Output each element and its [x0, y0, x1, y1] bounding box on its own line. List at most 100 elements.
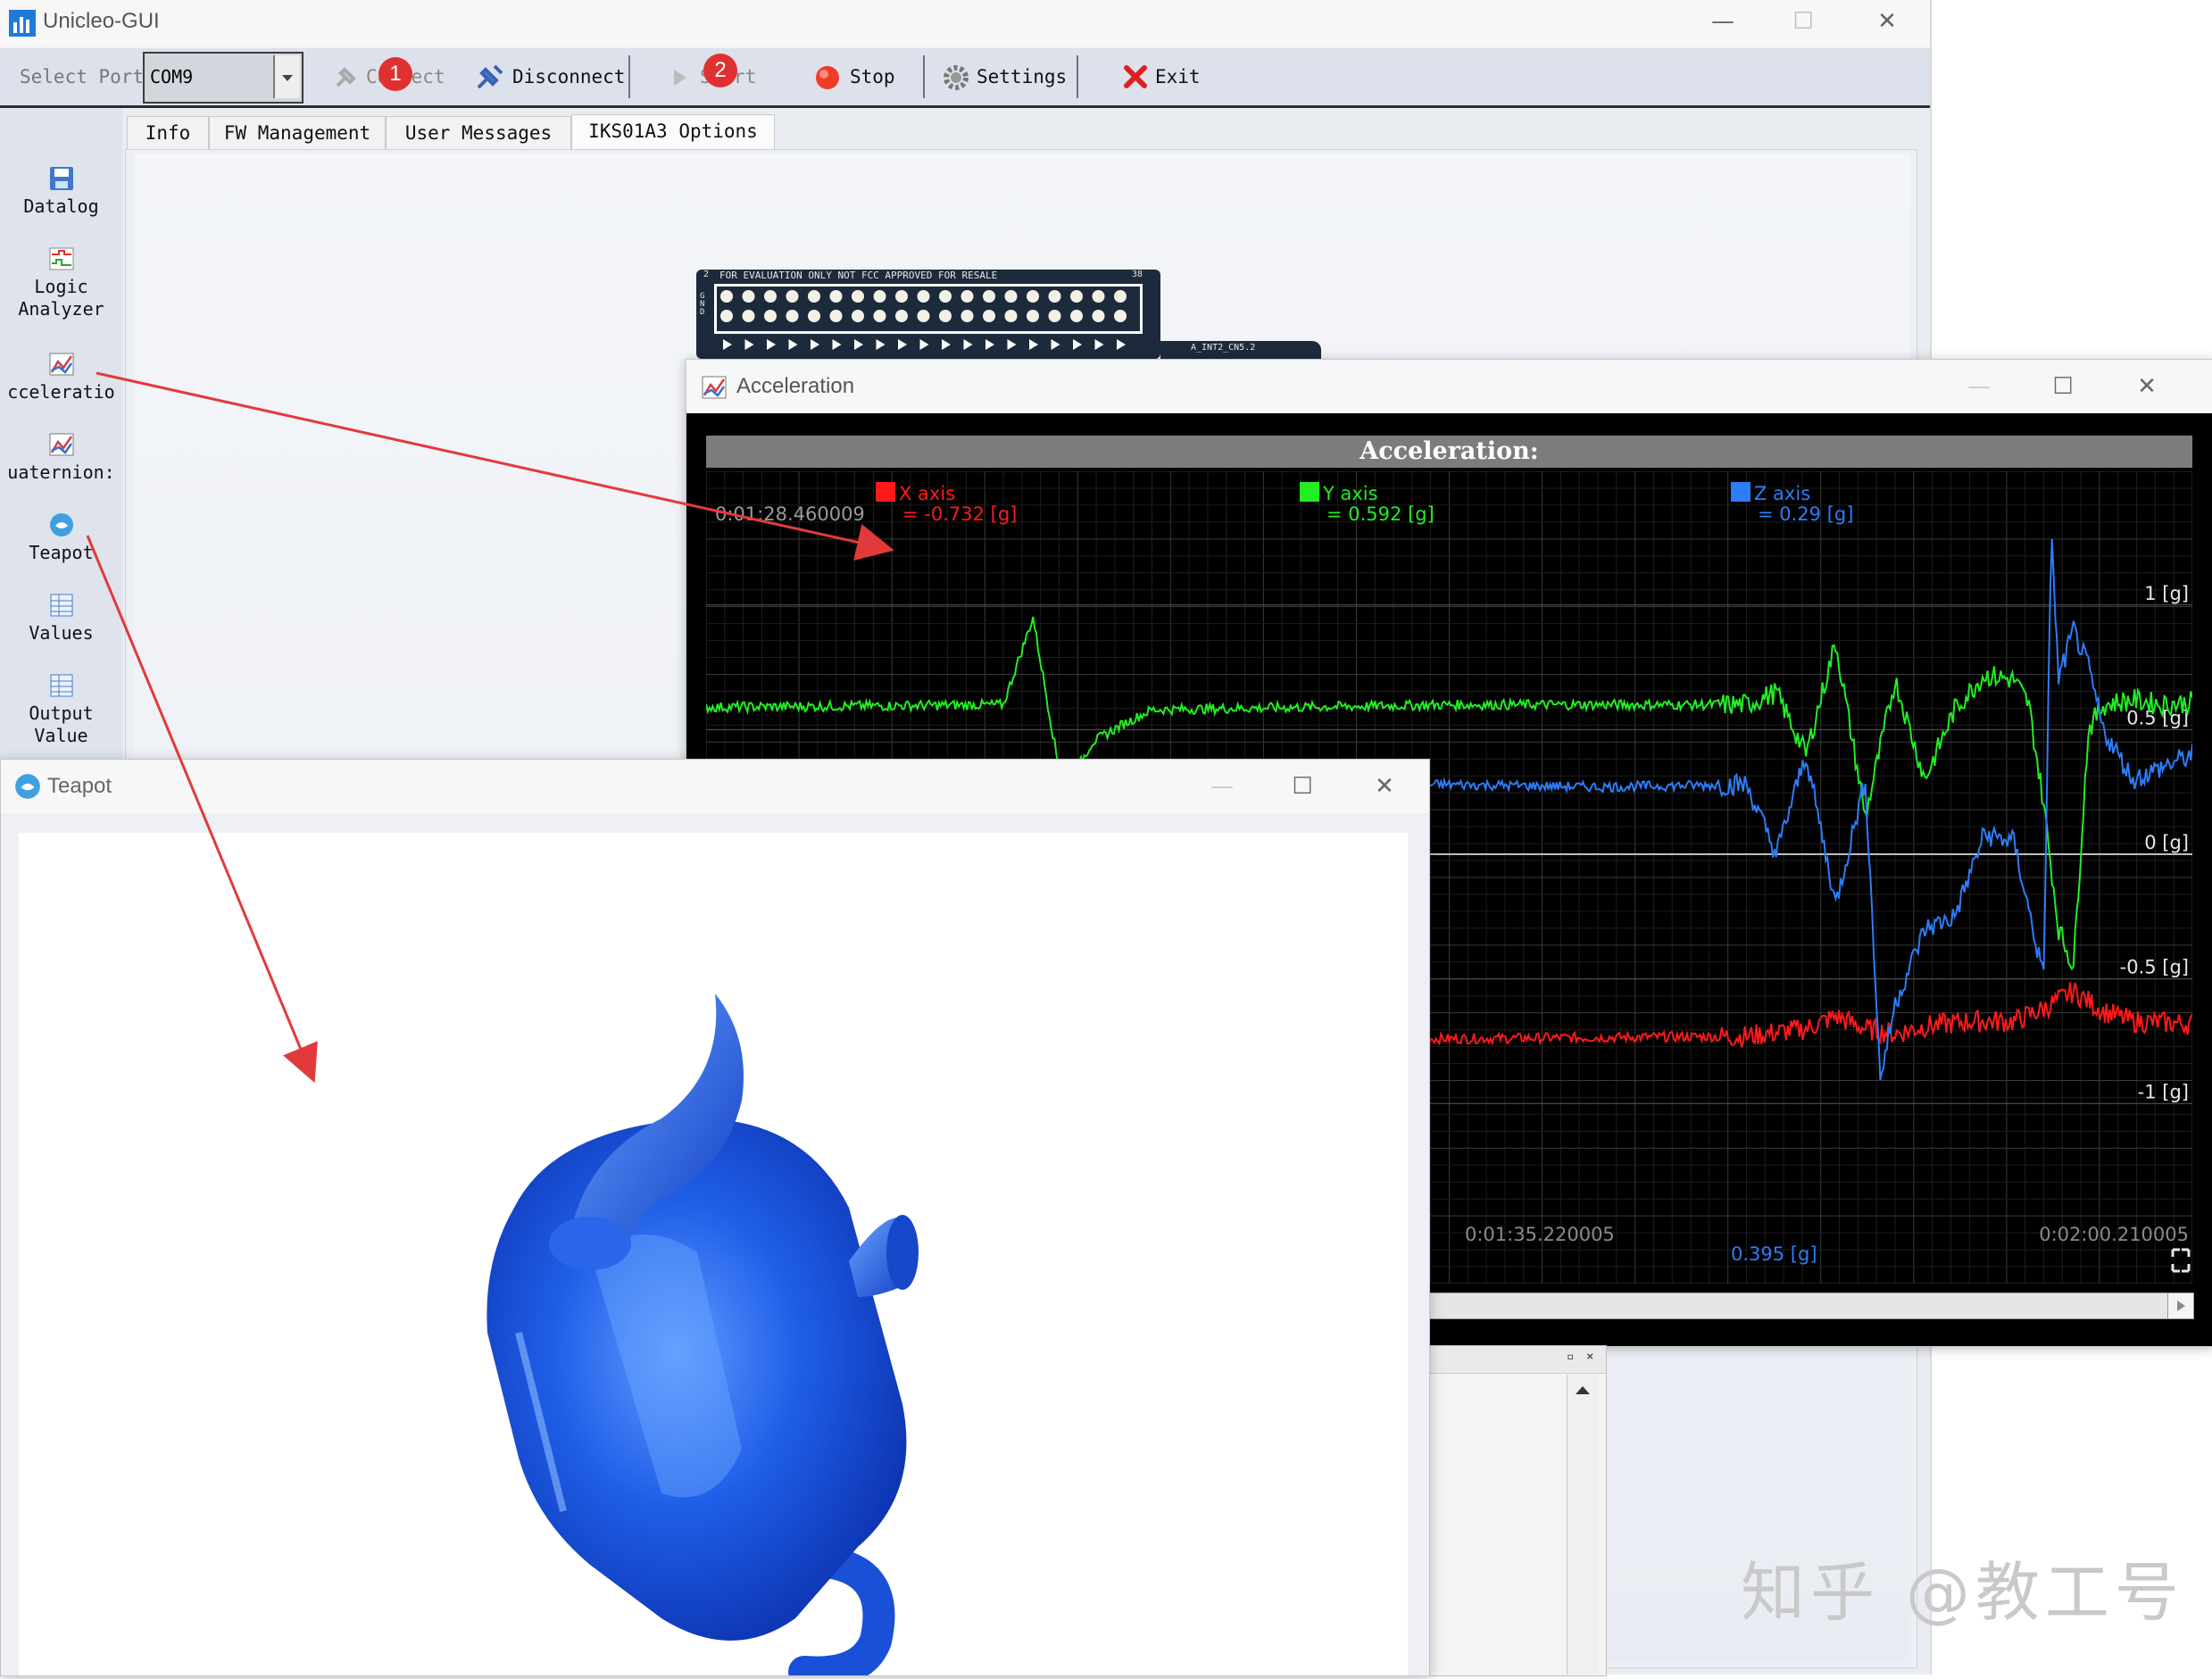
header-pin [960, 290, 974, 303]
nav-item-label: Logic Analyzer [18, 276, 104, 320]
header-pin-marker [788, 339, 798, 350]
teapot-model [486, 993, 919, 1679]
port-select[interactable]: COM9 [143, 52, 304, 104]
minimize-button[interactable]: — [1696, 4, 1750, 39]
header-pin [742, 310, 755, 322]
header-pin [852, 310, 864, 322]
header-pin-marker [1051, 339, 1060, 350]
teapot-3d-view[interactable] [19, 833, 1408, 1679]
header-pin-marker [1073, 339, 1082, 350]
close-button[interactable]: ✕ [1358, 769, 1411, 804]
y-tick-label: -1 [g] [2138, 1081, 2189, 1102]
header-pin [786, 290, 799, 303]
maximize-button[interactable]: ☐ [1276, 769, 1329, 804]
header-pin [1092, 310, 1105, 322]
header-pin [1114, 290, 1127, 303]
cursor-time-label: 0:01:28.460009 [715, 503, 865, 525]
header-pin [939, 310, 952, 322]
header-pin-marker [898, 339, 907, 350]
nav-item-datalog[interactable]: Datalog [0, 165, 122, 218]
step-2-badge: 2 [703, 54, 737, 87]
header-pin [852, 290, 864, 303]
nav-item-label: Teapot [29, 542, 94, 563]
close-button[interactable]: ✕ [2120, 369, 2174, 404]
header-pin-marker [985, 339, 994, 350]
teapot-icon [15, 774, 40, 799]
header-pin [917, 310, 930, 322]
nav-item-quaternions[interactable]: uaternion: [0, 431, 122, 484]
header-pin [1070, 310, 1083, 322]
header-pin [983, 310, 995, 322]
teapot-window: Teapot — ☐ ✕ [0, 759, 1430, 1679]
port-label: Select Port [20, 66, 145, 87]
stop-button[interactable]: Stop [850, 48, 895, 105]
time-mid-label: 0:01:35.220005 [1465, 1224, 1615, 1245]
teapot-window-title: Teapot [47, 774, 112, 798]
header-pin-marker [767, 339, 776, 350]
close-button[interactable]: ✕ [1860, 4, 1914, 39]
watermark: 知乎 @教工号 [1741, 1555, 2184, 1630]
header-pin-marker [942, 339, 951, 350]
nav-item-label: cceleratio [7, 381, 115, 403]
header-pin [1027, 290, 1039, 303]
header-pin [829, 310, 843, 322]
scale-readout-label: 0.395 [g] [1731, 1243, 1817, 1265]
plot-header: Acceleration: [706, 436, 2192, 468]
header-pin [742, 290, 755, 303]
window-title: Unicleo-GUI [43, 9, 160, 33]
header-pin [873, 290, 886, 303]
exit-button[interactable]: Exit [1155, 48, 1201, 105]
header-pin-marker [832, 339, 842, 350]
header-pin [786, 310, 799, 322]
scroll-right-button[interactable] [2167, 1293, 2193, 1318]
legend-value: = -0.732 [g] [902, 503, 1017, 525]
legend-swatch [1300, 482, 1319, 502]
header-pin [873, 310, 886, 322]
docked-panel-scrollbar[interactable] [1567, 1375, 1598, 1675]
maximize-button[interactable]: ☐ [1776, 4, 1830, 39]
nav-item-logic-analyzer[interactable]: Logic Analyzer [0, 245, 122, 320]
chevron-down-icon[interactable] [273, 55, 300, 98]
header-pin [917, 290, 930, 303]
y-tick-label: 0 [g] [2144, 832, 2189, 853]
header-pin [895, 290, 908, 303]
legend-swatch [1731, 482, 1750, 502]
restore-icon[interactable]: ▫ [1567, 1350, 1574, 1364]
header-pin [1027, 310, 1039, 322]
toolbar-separator [1077, 55, 1078, 98]
header-pin-marker [723, 339, 732, 350]
close-icon[interactable]: × [1586, 1350, 1593, 1364]
header-pin-marker [854, 339, 863, 350]
disconnect-button[interactable]: Disconnect [512, 48, 625, 105]
floppy-icon [49, 167, 73, 190]
minimize-button[interactable]: — [1952, 369, 2006, 404]
header-pin [764, 290, 777, 303]
header-pin [960, 310, 974, 322]
header-pin [939, 290, 952, 303]
maximize-button[interactable]: ☐ [2036, 369, 2090, 404]
nav-item-values[interactable]: Values [0, 592, 122, 644]
scroll-up-icon[interactable] [1572, 1380, 1593, 1401]
board-image-edge: A_INT2_CN5.2 [1160, 341, 1321, 359]
nav-item-teapot[interactable]: Teapot [0, 511, 122, 564]
legend-value: = 0.592 [g] [1326, 503, 1434, 525]
tab-fw-management[interactable]: FW Management [209, 116, 386, 150]
pin-header-pins [720, 290, 1127, 350]
header-pin [1070, 290, 1083, 303]
nav-item-label: uaternion: [7, 461, 115, 483]
settings-button[interactable]: Settings [977, 48, 1067, 105]
board-image: FOR EVALUATION ONLY NOT FCC APPROVED FOR… [696, 270, 1160, 359]
tab-iks01a3-options[interactable]: IKS01A3 Options [571, 114, 775, 150]
header-pin [895, 310, 908, 322]
minimize-button[interactable]: — [1195, 769, 1249, 804]
tab-info[interactable]: Info [127, 116, 209, 150]
toolbar-separator [628, 55, 630, 98]
acceleration-titlebar: Acceleration — ☐ ✕ [686, 360, 2212, 413]
tab-user-messages[interactable]: User Messages [386, 116, 571, 150]
header-pin [1048, 310, 1061, 322]
nav-item-output-value[interactable]: Output Value [0, 672, 122, 747]
table-icon [50, 594, 72, 617]
header-pin-marker [1007, 339, 1017, 350]
nav-item-acceleration[interactable]: cceleratio [0, 351, 122, 403]
chart-icon [49, 433, 73, 456]
